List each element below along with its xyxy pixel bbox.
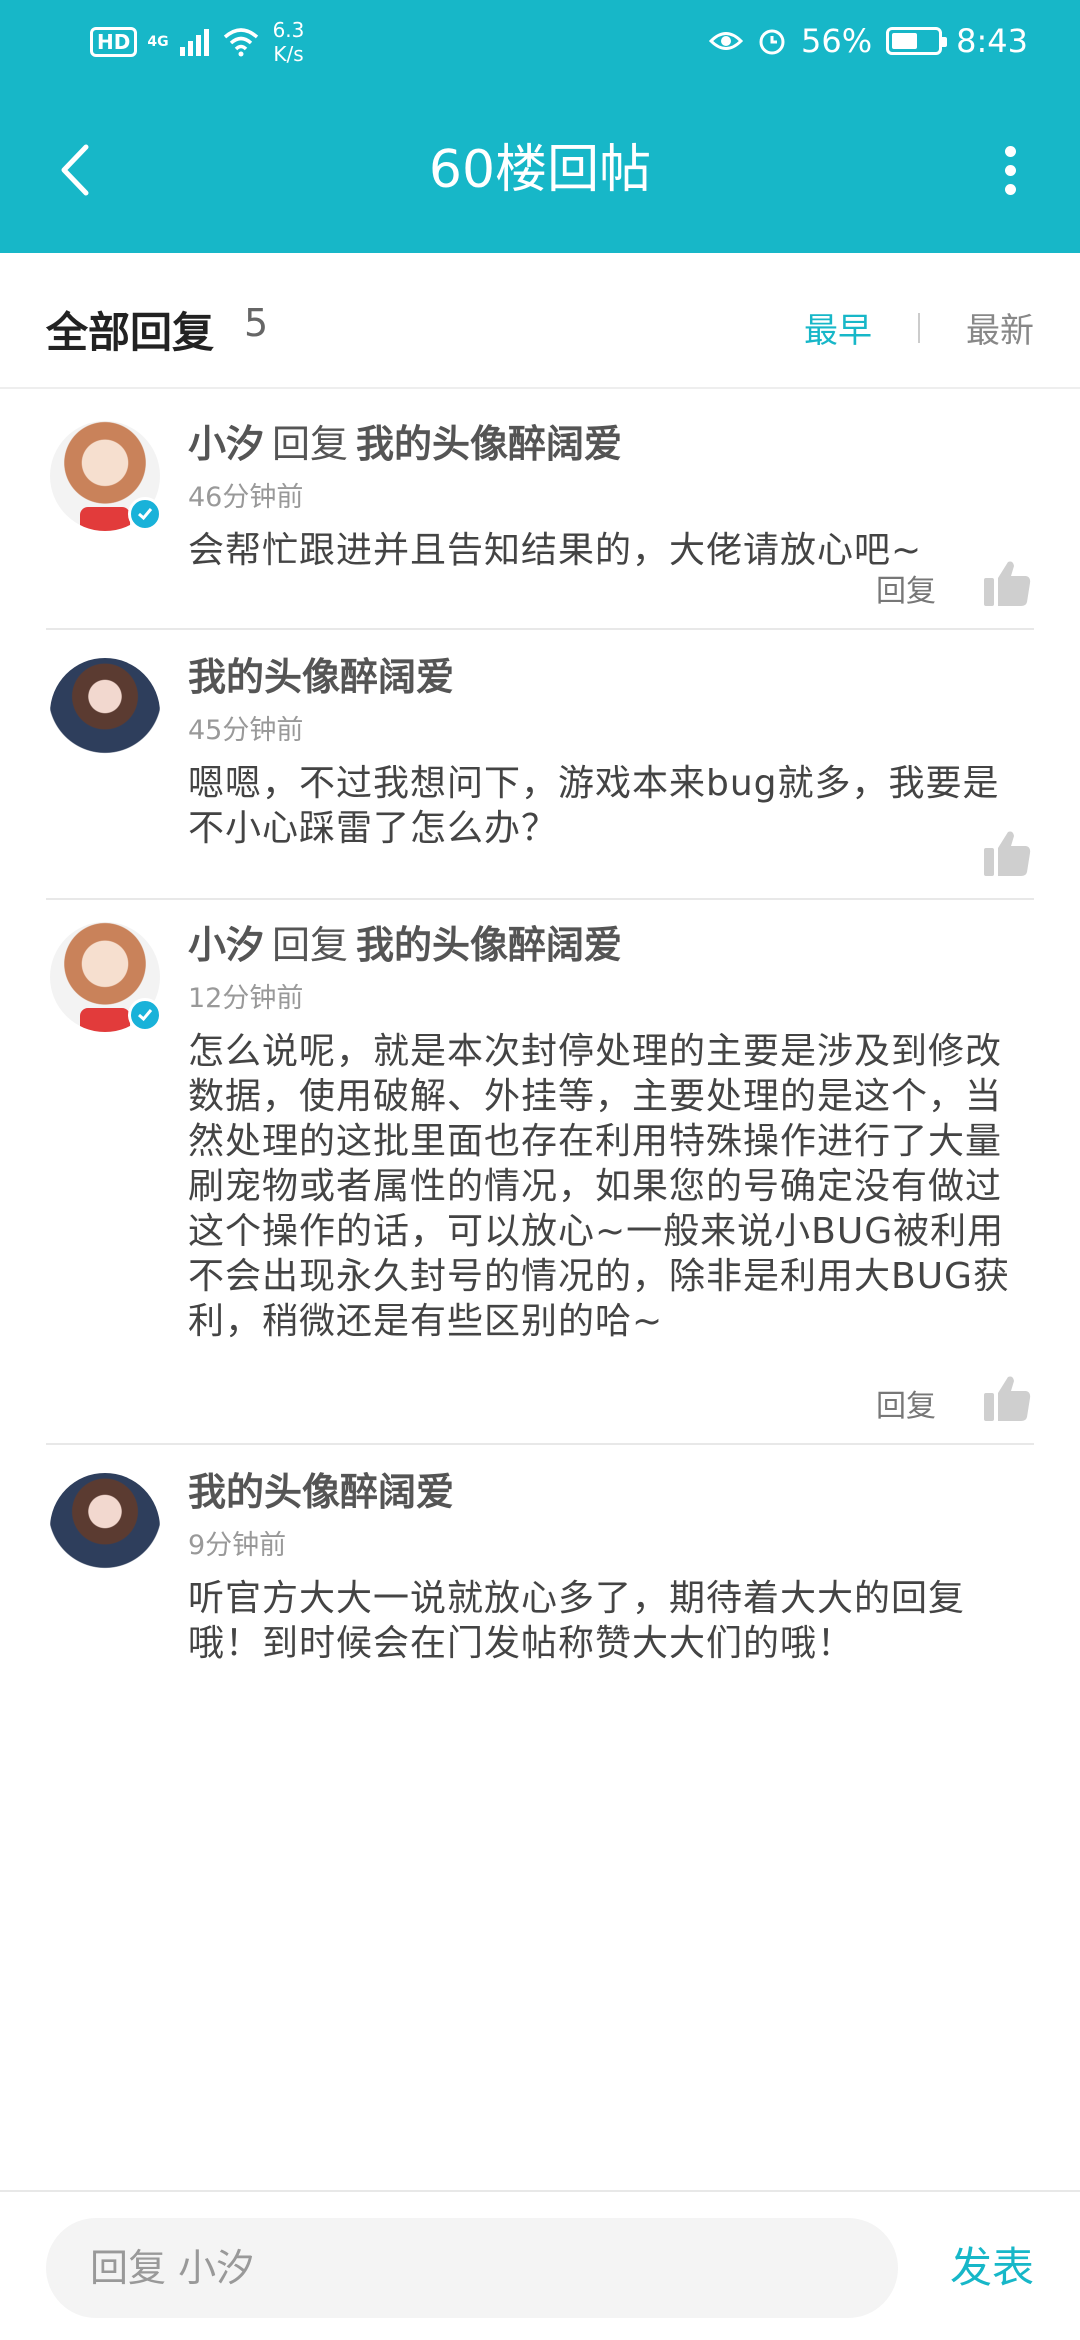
eye-icon [709,32,744,50]
network-type: 4G [147,34,169,50]
reply-input[interactable]: 回复 小汐 [46,2218,898,2318]
comment-author[interactable]: 小汐 [188,923,264,967]
comment-item: 我的头像醉阔爱 45分钟前 嗯嗯，不过我想问下，游戏本来bug就多，我要是不小心… [46,630,1034,900]
comment-author[interactable]: 我的头像醉阔爱 [188,1470,454,1514]
replies-header: 全部回复 5 最早 最新 [0,253,1080,389]
sort-divider [918,312,920,343]
comment-text: 听官方大大一说就放心多了，期待着大大的回复哦！到时候会在门发帖称赞大大们的哦！ [188,1578,966,1664]
reply-target[interactable]: 我的头像醉阔爱 [356,422,622,466]
comment-text: 怎么说呢，就是本次封停处理的主要是涉及到修改数据，使用破解、外挂等，主要处理的是… [188,1031,1010,1342]
reply-button[interactable]: 回复 [876,1381,936,1425]
alarm-icon [759,29,785,55]
reply-word: 回复 [272,422,349,466]
thumbs-up-icon[interactable] [982,558,1032,608]
sort-earliest-button[interactable]: 最早 [804,303,872,352]
battery-percent: 56% [801,22,873,60]
speed-value: 6.3 [272,18,305,42]
comment-list: 小汐 回复 我的头像醉阔爱 46分钟前 会帮忙跟进并且告知结果的，大佬请放心吧~ 回… [0,395,1080,2190]
comment-time: 46分钟前 [188,482,304,513]
comment-time: 9分钟前 [188,1530,287,1561]
send-button[interactable]: 发表 [950,2218,1034,2318]
reply-word: 回复 [272,923,349,967]
reply-button[interactable]: 回复 [876,566,936,610]
verified-badge-icon [128,998,162,1032]
speed-unit: K/s [273,42,304,66]
comment-author[interactable]: 我的头像醉阔爱 [188,655,454,699]
comment-item: 小汐 回复 我的头像醉阔爱 12分钟前 怎么说呢，就是本次封停处理的主要是涉及到修改… [46,900,1034,1445]
top-bar: HD 4G 6.3 K/s 56% 8:43 60楼回帖 [0,0,1080,253]
battery-fill [892,33,918,49]
avatar[interactable] [50,1473,160,1583]
status-bar: HD 4G 6.3 K/s 56% 8:43 [0,0,1080,84]
more-vertical-icon[interactable] [980,130,1040,210]
avatar[interactable] [50,658,160,768]
clock: 8:43 [956,22,1028,60]
comment-time: 12分钟前 [188,983,304,1014]
sort-toggle: 最早 最新 [804,303,1034,352]
verified-badge-icon [128,497,162,531]
reply-target[interactable]: 我的头像醉阔爱 [356,923,622,967]
comment-item: 小汐 回复 我的头像醉阔爱 46分钟前 会帮忙跟进并且告知结果的，大佬请放心吧~ 回… [46,395,1034,630]
page-title: 60楼回帖 [428,140,652,200]
battery-icon [886,27,948,55]
comment-item: 我的头像醉阔爱 9分钟前 听官方大大一说就放心多了，期待着大大的回复哦！到时候会… [46,1445,1034,1745]
wifi-icon [223,28,258,57]
thumbs-up-icon[interactable] [982,828,1032,878]
hd-indicator: HD [90,27,138,57]
network-speed: 6.3 K/s [273,18,305,66]
app-bar: 60楼回帖 [0,100,1080,240]
reply-bar: 回复 小汐 发表 [0,2190,1080,2340]
replies-count: 5 [244,301,269,345]
signal-icon [179,29,209,56]
thumbs-up-icon[interactable] [982,1373,1032,1423]
comment-author[interactable]: 小汐 [188,422,264,466]
comment-time: 45分钟前 [188,715,304,746]
replies-title: 全部回复 [46,308,215,357]
sort-newest-button[interactable]: 最新 [966,303,1034,352]
